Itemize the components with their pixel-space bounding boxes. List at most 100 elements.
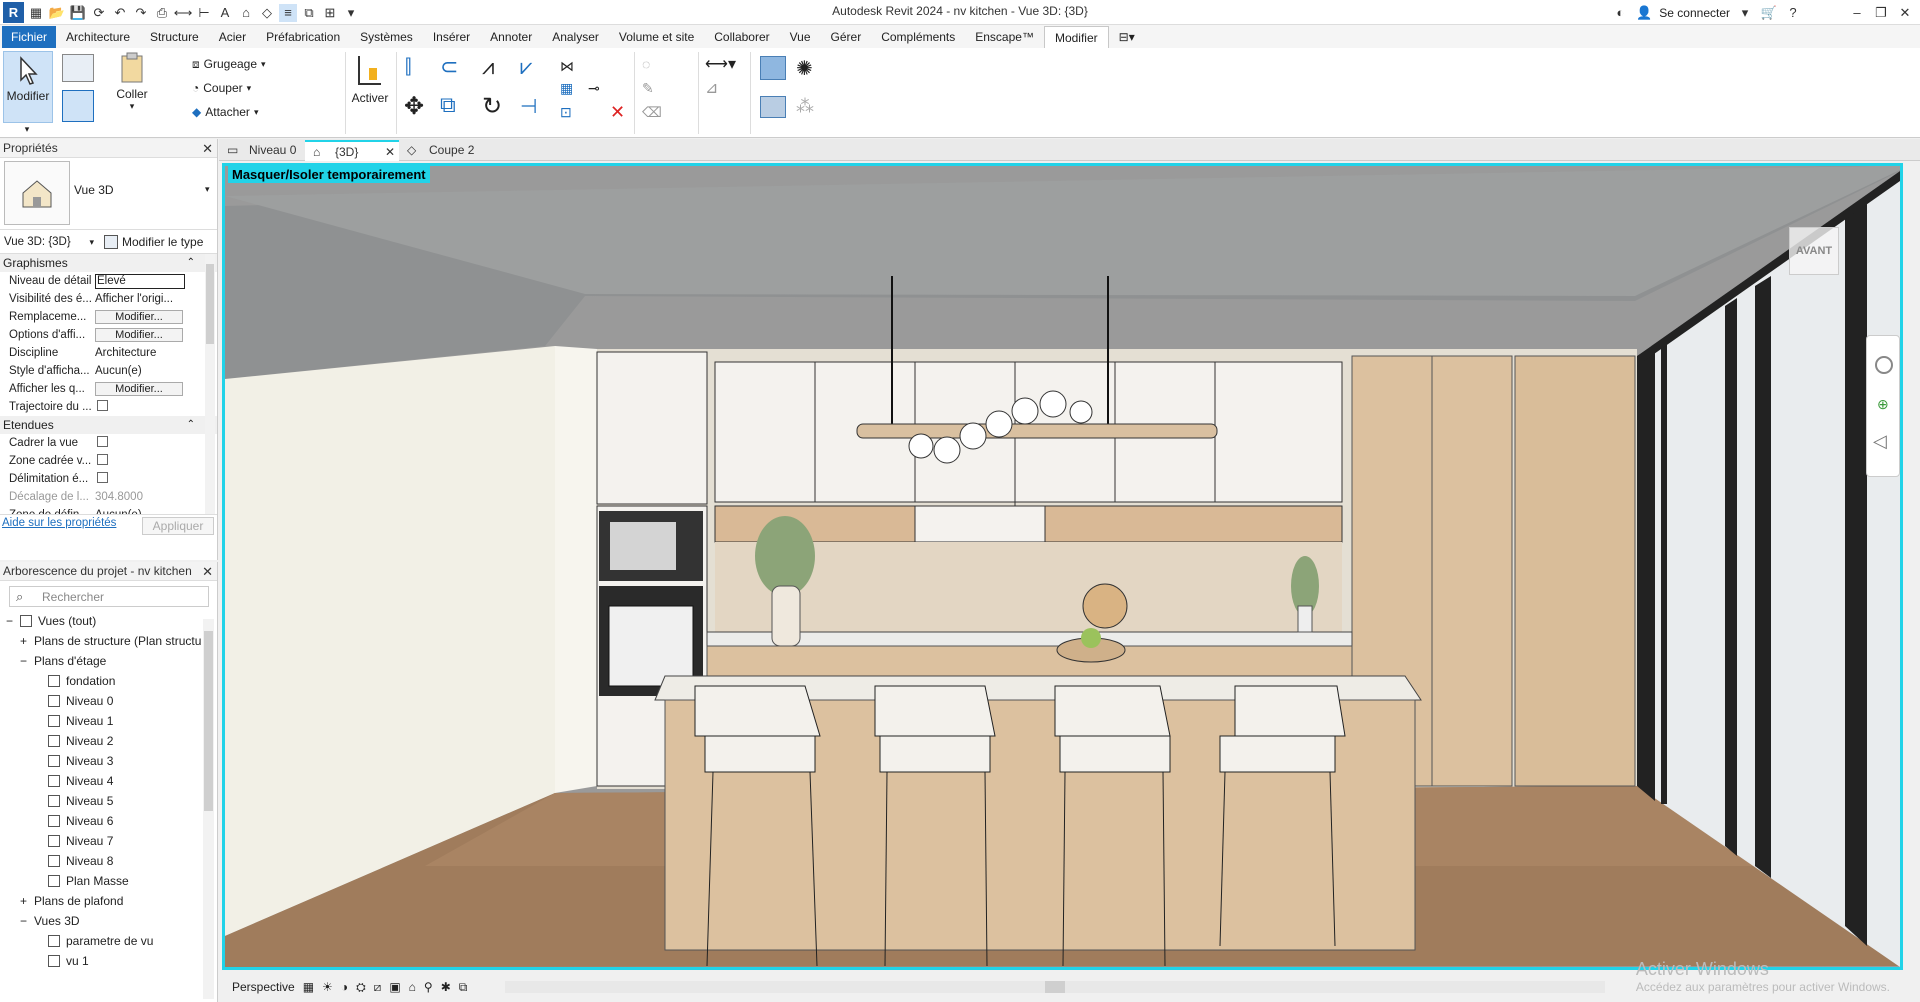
open-icon[interactable]: 📂: [48, 4, 66, 22]
help-icon[interactable]: ?: [1784, 4, 1802, 22]
scale-icon[interactable]: ⊡: [560, 104, 572, 121]
view-selector[interactable]: Vue 3D: {3D} ▾: [2, 233, 98, 251]
close-tab-icon[interactable]: ✕: [385, 142, 395, 163]
print-icon[interactable]: ⎙: [153, 4, 171, 22]
align-icon[interactable]: ⫿: [405, 56, 411, 79]
sync-icon[interactable]: ⟳: [90, 4, 108, 22]
view-overrides-icon[interactable]: ✎: [642, 80, 654, 97]
property-checkbox[interactable]: [97, 436, 108, 447]
activate-button[interactable]: Activer: [350, 52, 390, 124]
unlocked-3d-icon[interactable]: ⌂: [409, 980, 416, 994]
zoom-icon[interactable]: ⊕: [1877, 396, 1889, 413]
browser-tree-item[interactable]: fondation: [0, 671, 217, 691]
default-3d-view-icon[interactable]: ⌂: [237, 4, 255, 22]
modify-button[interactable]: Modifier: [3, 51, 53, 123]
view-canvas-3d[interactable]: Masquer/Isoler temporairement AVANT: [222, 163, 1903, 970]
properties-scrollbar[interactable]: [205, 254, 215, 514]
reveal-hidden-icon[interactable]: ✱: [441, 980, 451, 994]
paste-button[interactable]: Coller ▾: [112, 52, 152, 124]
measure-tool-icon[interactable]: ⟷▾: [705, 54, 736, 74]
section-extents[interactable]: Etendues ⌃: [0, 416, 217, 434]
horizontal-scrollbar[interactable]: [505, 981, 1606, 993]
close-icon[interactable]: ✕: [1896, 4, 1914, 22]
worksharing-icon[interactable]: ⧉: [459, 980, 468, 995]
temporary-hide-icon[interactable]: ⚲: [424, 980, 433, 994]
ribbon-tab[interactable]: Annoter: [480, 26, 542, 48]
create-assembly-icon[interactable]: [760, 96, 786, 118]
ribbon-tab[interactable]: Fichier: [2, 26, 57, 48]
steering-wheel-icon[interactable]: [1875, 356, 1893, 374]
crop-view-icon[interactable]: ⧄: [374, 980, 382, 995]
collapse-icon[interactable]: −: [20, 911, 34, 931]
browser-tree-item[interactable]: Niveau 6: [0, 811, 217, 831]
create-parts-icon[interactable]: ⁂: [796, 96, 814, 117]
detail-level-field[interactable]: Elevé: [95, 273, 185, 289]
move-icon[interactable]: ✥: [404, 92, 424, 121]
ribbon-tab[interactable]: Enscape™: [965, 26, 1044, 48]
create-similar-icon[interactable]: ✺: [796, 56, 813, 81]
offset-icon[interactable]: ⊂: [440, 54, 458, 80]
property-checkbox[interactable]: [97, 400, 108, 411]
property-value[interactable]: Modifier...: [92, 310, 217, 324]
ribbon-tab[interactable]: Acier: [209, 26, 256, 48]
undo-icon[interactable]: ↶: [111, 4, 129, 22]
rotate-icon[interactable]: ↻: [482, 92, 502, 121]
type-dropdown-icon[interactable]: ▾: [205, 184, 210, 195]
show-crop-icon[interactable]: ▣: [389, 980, 400, 994]
view-tab[interactable]: ◇ Coupe 2: [399, 140, 483, 161]
property-value[interactable]: Modifier...: [92, 382, 217, 396]
split-icon[interactable]: ⋈: [560, 58, 574, 75]
cope-button[interactable]: ⧈ Grugeage ▾: [192, 54, 266, 74]
browser-tree-item[interactable]: Niveau 0: [0, 691, 217, 711]
aligned-dimension-icon[interactable]: ⊢: [195, 4, 213, 22]
redo-icon[interactable]: ↷: [132, 4, 150, 22]
mirror-pick-axis-icon[interactable]: ⩘: [482, 54, 494, 80]
property-value[interactable]: Elevé: [92, 273, 217, 289]
ribbon-tab[interactable]: Compléments: [871, 26, 965, 48]
select-arrow[interactable]: ▾: [20, 124, 34, 134]
shadows-icon[interactable]: ◑: [341, 980, 348, 994]
browser-tree-item[interactable]: − Plans d'étage: [0, 651, 217, 671]
property-edit-button[interactable]: Modifier...: [95, 382, 183, 396]
edit-type-button[interactable]: Modifier le type: [104, 233, 203, 251]
ribbon-tab[interactable]: Analyser: [542, 26, 609, 48]
binoculars-icon[interactable]: ◐: [1611, 4, 1629, 22]
close-properties-icon[interactable]: ✕: [202, 139, 213, 158]
browser-tree-item[interactable]: Niveau 1: [0, 711, 217, 731]
thin-lines-icon[interactable]: ≡: [279, 3, 297, 22]
browser-tree-item[interactable]: Niveau 8: [0, 851, 217, 871]
trim-extend-icon[interactable]: ⊣: [520, 94, 537, 119]
browser-tree-item[interactable]: + Plans de plafond: [0, 891, 217, 911]
properties-help-link[interactable]: Aide sur les propriétés: [2, 517, 116, 529]
demolish-icon[interactable]: ⌫: [642, 104, 662, 121]
browser-scrollbar[interactable]: [203, 619, 214, 999]
view-mode[interactable]: Perspective: [232, 980, 295, 994]
property-value[interactable]: Architecture: [92, 347, 217, 359]
minimize-icon[interactable]: –: [1848, 4, 1866, 22]
browser-tree-item[interactable]: − Vues 3D: [0, 911, 217, 931]
property-edit-button[interactable]: Modifier...: [95, 328, 183, 342]
ribbon-tab[interactable]: Vue: [780, 26, 821, 48]
browser-tree-item[interactable]: Niveau 2: [0, 731, 217, 751]
view-tab[interactable]: ⌂ {3D} ✕: [305, 140, 399, 161]
apply-button[interactable]: Appliquer: [142, 517, 214, 535]
sun-path-icon[interactable]: ☀: [322, 980, 333, 994]
browser-tree-item[interactable]: − Vues (tout): [0, 611, 217, 631]
browser-tree-item[interactable]: Niveau 3: [0, 751, 217, 771]
pan-icon[interactable]: ◁: [1873, 431, 1887, 452]
close-browser-icon[interactable]: ✕: [202, 562, 213, 581]
ribbon-tab[interactable]: Volume et site: [609, 26, 704, 48]
select-pinned-icon[interactable]: [62, 90, 94, 122]
type-selector[interactable]: Vue 3D ▾: [0, 158, 217, 230]
user-icon[interactable]: 👤: [1635, 4, 1653, 22]
delete-icon[interactable]: ✕: [610, 102, 625, 123]
collapse-icon[interactable]: −: [20, 651, 34, 671]
view-tab[interactable]: ▭ Niveau 0: [219, 140, 305, 161]
pin-icon[interactable]: ⊸: [588, 80, 600, 97]
expand-icon[interactable]: +: [20, 891, 34, 911]
search-input[interactable]: ⌕ Rechercher: [9, 586, 209, 607]
expand-icon[interactable]: +: [20, 631, 34, 651]
join-button[interactable]: ◆ Attacher ▾: [192, 102, 258, 122]
create-group-icon[interactable]: [760, 56, 786, 80]
browser-tree-item[interactable]: parametre de vu: [0, 931, 217, 951]
